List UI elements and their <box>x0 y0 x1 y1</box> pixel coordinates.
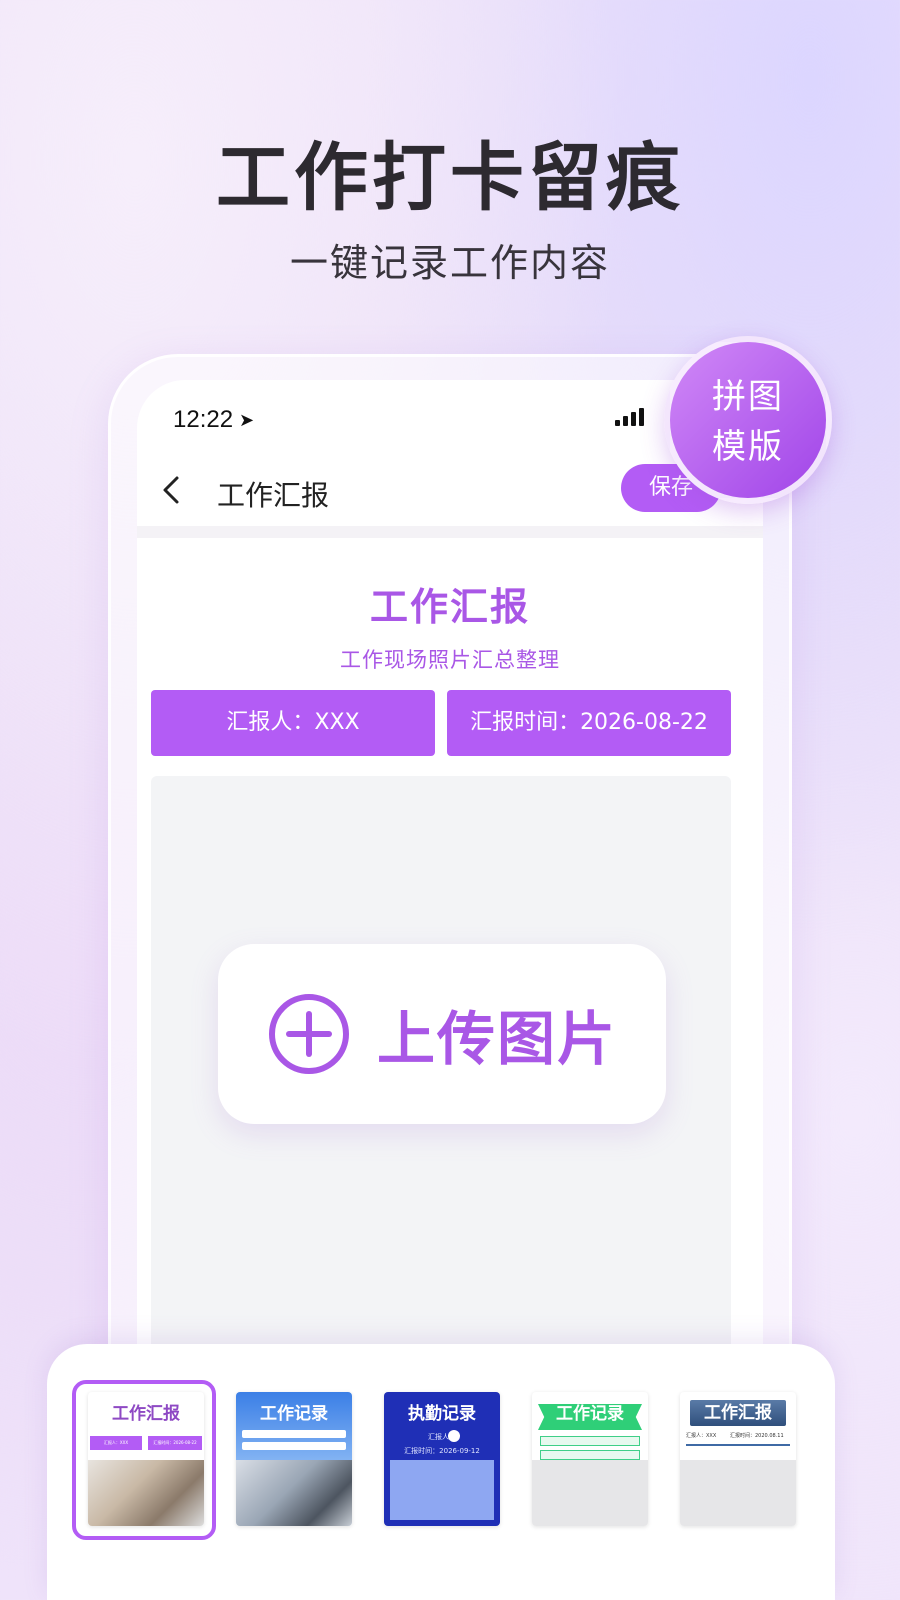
template-badge[interactable]: 拼图 模版 <box>664 336 832 504</box>
template-field-bar <box>242 1442 346 1450</box>
template-reporter: 汇报人：XXX <box>90 1436 142 1450</box>
hero-subtitle: 一键记录工作内容 <box>289 241 610 285</box>
template-title: 工作记录 <box>556 1404 624 1424</box>
template-thumbnail-2[interactable]: 工作记录 <box>236 1392 352 1526</box>
signal-icon <box>615 408 644 426</box>
template-thumbnail-1[interactable]: 工作汇报 汇报人：XXX 汇报时间：2026-08-22 <box>88 1392 204 1526</box>
template-photo <box>532 1460 648 1526</box>
report-title[interactable]: 工作汇报 <box>137 576 763 631</box>
badge-line-2: 模版 <box>712 427 784 467</box>
template-thumbnail-5[interactable]: 工作汇报 汇报人：XXX 汇报时间：2020.08.11 <box>680 1392 796 1526</box>
chevron-left-icon <box>163 476 179 504</box>
template-time: 汇报时间：2020.08.11 <box>730 1433 784 1439</box>
upload-label: 上传图片 <box>376 1005 617 1073</box>
nav-title: 工作汇报 <box>217 479 330 512</box>
location-arrow-icon: ➤ <box>239 410 255 431</box>
template-thumbnail-3[interactable]: 执勤记录 汇报人： 汇报时间：2026-09-12 <box>384 1392 500 1526</box>
template-photo <box>680 1460 796 1526</box>
reporter-field[interactable]: 汇报人：XXX <box>151 690 435 756</box>
hero-title: 工作打卡留痕 <box>216 135 684 221</box>
template-photo <box>88 1460 204 1526</box>
template-photo <box>236 1460 352 1526</box>
report-time-field[interactable]: 汇报时间：2026-08-22 <box>447 690 731 756</box>
template-time: 汇报时间：2026-08-22 <box>148 1436 202 1450</box>
template-field-bar <box>540 1450 640 1460</box>
template-dot <box>448 1430 460 1442</box>
template-title: 工作汇报 <box>112 1404 180 1424</box>
upload-image-button[interactable]: 上传图片 <box>218 944 666 1124</box>
template-thumbnail-4[interactable]: 工作记录 <box>532 1392 648 1526</box>
divider <box>137 526 763 538</box>
report-subtitle[interactable]: 工作现场照片汇总整理 <box>137 644 763 674</box>
template-field-bar <box>242 1430 346 1438</box>
status-time: 12:22 <box>173 406 234 433</box>
back-button[interactable] <box>157 470 197 510</box>
template-reporter: 汇报人：XXX <box>686 1433 717 1439</box>
template-title: 执勤记录 <box>408 1404 476 1424</box>
template-time: 汇报时间：2026-09-12 <box>404 1447 480 1455</box>
template-field-bar <box>540 1436 640 1446</box>
plus-circle-icon <box>268 994 349 1074</box>
badge-line-1: 拼图 <box>712 377 784 417</box>
template-photo <box>390 1460 494 1520</box>
template-reporter: 汇报人： <box>428 1433 456 1441</box>
template-divider <box>686 1444 790 1446</box>
template-title: 工作汇报 <box>704 1403 772 1423</box>
